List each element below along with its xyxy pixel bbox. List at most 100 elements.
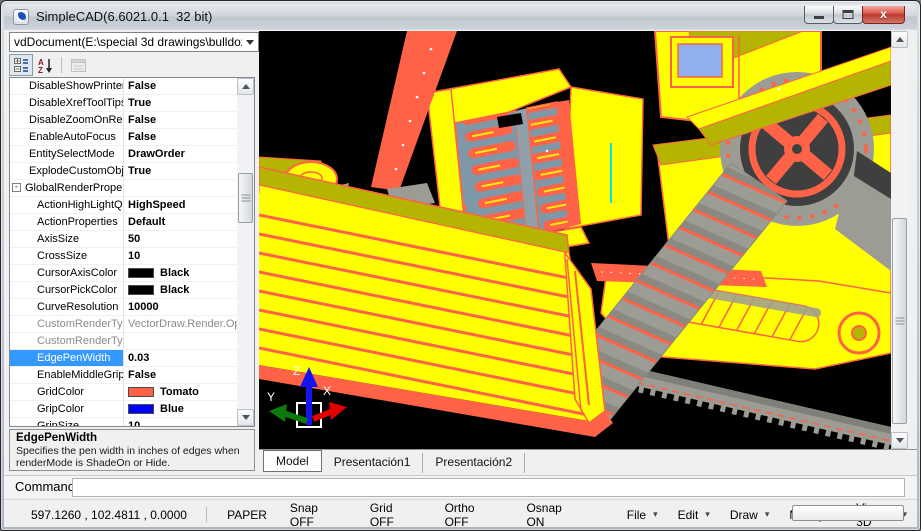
tab-presentación2[interactable]: Presentación2 [423,453,525,473]
property-name: CursorPickColor [10,282,124,298]
title-bar[interactable]: SimpleCAD(6.6021.0.1 32 bit) x [4,4,917,29]
tab-bar: ModelPresentación1Presentación2 [259,450,525,473]
command-bar: Command: [4,475,917,498]
property-row[interactable]: CurveResolution10000 [10,299,237,316]
property-row[interactable]: CustomRenderTyVectorDraw.Render.Op [10,316,237,333]
property-row[interactable]: EnableMiddleGripIFalse [10,367,237,384]
status-toggle-osnap[interactable]: Osnap ON [513,501,594,528]
close-icon: x [863,6,904,23]
property-grid-toolbar: A Z [9,54,259,76]
viewport-vscrollbar[interactable] [891,31,908,449]
property-name: GripColor [10,401,124,417]
property-name: CrossSize [10,248,124,264]
space-mode-toggle[interactable]: PAPER [217,508,277,522]
property-name: EntitySelectMode [10,146,124,162]
thumb-grip [895,318,904,325]
property-row[interactable]: ActionHighLightQHighSpeed [10,197,237,214]
description-text: Specifies the pen width in inches of edg… [16,445,248,469]
property-row[interactable]: DisableZoomOnResizFalse [10,112,237,129]
property-value: Black [124,265,237,281]
scroll-down-button[interactable] [237,409,254,426]
scrollbar-thumb[interactable] [238,173,253,223]
property-grid-scrollbar[interactable] [237,78,254,426]
property-name: EdgePenWidth [10,350,124,366]
document-selector[interactable]: vdDocument(E:\special 3d drawings\bulldo… [9,32,259,52]
property-row[interactable]: CursorPickColorBlack [10,282,237,299]
menu-file[interactable]: File▾ [617,501,668,528]
property-value: False [124,367,237,383]
property-name: CursorAxisColor [10,265,124,281]
property-name: EnableAutoFocus [10,129,124,145]
minimize-button[interactable] [804,6,834,24]
property-value: Default [124,214,237,230]
scrollbar-thumb[interactable] [892,218,907,424]
menu-draw[interactable]: Draw▾ [720,501,780,528]
status-toggle-grid[interactable]: Grid OFF [357,501,432,528]
property-value: VectorDraw.Render.Op [124,316,237,332]
property-name: -GlobalRenderProper [10,180,124,196]
property-row[interactable]: EdgePenWidth0.03 [10,350,237,367]
property-row[interactable]: ExplodeCustomObjeTrue [10,163,237,180]
status-toggle-snap[interactable]: Snap OFF [277,501,357,528]
layout-tab-strip: ModelPresentación1Presentación2 [259,449,917,473]
property-row[interactable]: GripSize10 [10,418,237,426]
property-row[interactable]: ActionPropertiesDefault [10,214,237,231]
color-swatch [128,285,154,295]
tab-presentación1[interactable]: Presentación1 [322,453,424,473]
client-area: vdDocument(E:\special 3d drawings\bulldo… [4,30,917,527]
scroll-down-button[interactable] [891,432,908,449]
x-axis-label: X [323,384,331,398]
toolbar-separator [61,57,62,73]
status-toggle-ortho[interactable]: Ortho OFF [432,501,514,528]
scroll-up-button[interactable] [891,31,908,48]
combo-dropdown-button[interactable] [242,33,258,51]
viewport: Z Y X [259,31,891,449]
alphabetical-sort-icon: A Z [38,58,53,73]
property-value: False [124,78,237,94]
collapse-icon[interactable]: - [12,183,21,192]
status-toggles: Snap OFFGrid OFFOrtho OFFOsnap ON [277,501,595,528]
close-button[interactable]: x [862,6,905,24]
property-value: False [124,112,237,128]
menu-edit[interactable]: Edit▾ [668,501,720,528]
property-row[interactable]: EnableAutoFocusFalse [10,129,237,146]
maximize-button[interactable] [833,6,863,24]
property-row[interactable]: -GlobalRenderProper [10,180,237,197]
property-value: 0.03 [124,350,237,366]
property-name: CustomRenderTy [10,333,124,349]
command-input[interactable] [72,478,905,497]
property-name: DisableZoomOnResiz [10,112,124,128]
categorized-button[interactable] [9,54,33,76]
document-selector-value: vdDocument(E:\special 3d drawings\bulldo… [10,35,242,49]
tab-model[interactable]: Model [263,450,322,472]
property-value: 10 [124,418,237,426]
z-axis-label: Z [293,364,300,378]
arrow-down-icon [242,415,250,424]
viewport-canvas[interactable]: Z Y X [259,31,891,449]
property-row[interactable]: DisableXrefToolTipsTrue [10,95,237,112]
chevron-down-icon: ▾ [705,509,710,520]
progress-well [792,505,904,521]
description-panel: EdgePenWidth Specifies the pen width in … [9,429,255,471]
property-row[interactable]: CustomRenderTy [10,333,237,350]
chevron-down-icon: ▾ [765,509,770,520]
cab-window [678,44,722,77]
property-row[interactable]: GripColorBlue [10,401,237,418]
property-row[interactable]: AxisSize50 [10,231,237,248]
property-pages-button [66,54,90,76]
status-separator [206,507,207,522]
property-row[interactable]: CursorAxisColorBlack [10,265,237,282]
coordinates-readout: 597.1260 , 102.4811 , 0.0000 [31,508,196,522]
property-row[interactable]: EntitySelectModeDrawOrder [10,146,237,163]
property-value: Tomato [124,384,237,400]
y-axis-label: Y [267,390,275,404]
property-value: Black [124,282,237,298]
property-row[interactable]: GridColorTomato [10,384,237,401]
alphabetical-sort-button[interactable]: A Z [33,54,57,76]
scroll-up-button[interactable] [237,78,254,95]
property-row[interactable]: DisableShowPrinterPFalse [10,78,237,95]
property-row[interactable]: CrossSize10 [10,248,237,265]
property-name: DisableXrefToolTips [10,95,124,111]
arrow-up-icon [896,33,904,42]
property-name: ActionProperties [10,214,124,230]
